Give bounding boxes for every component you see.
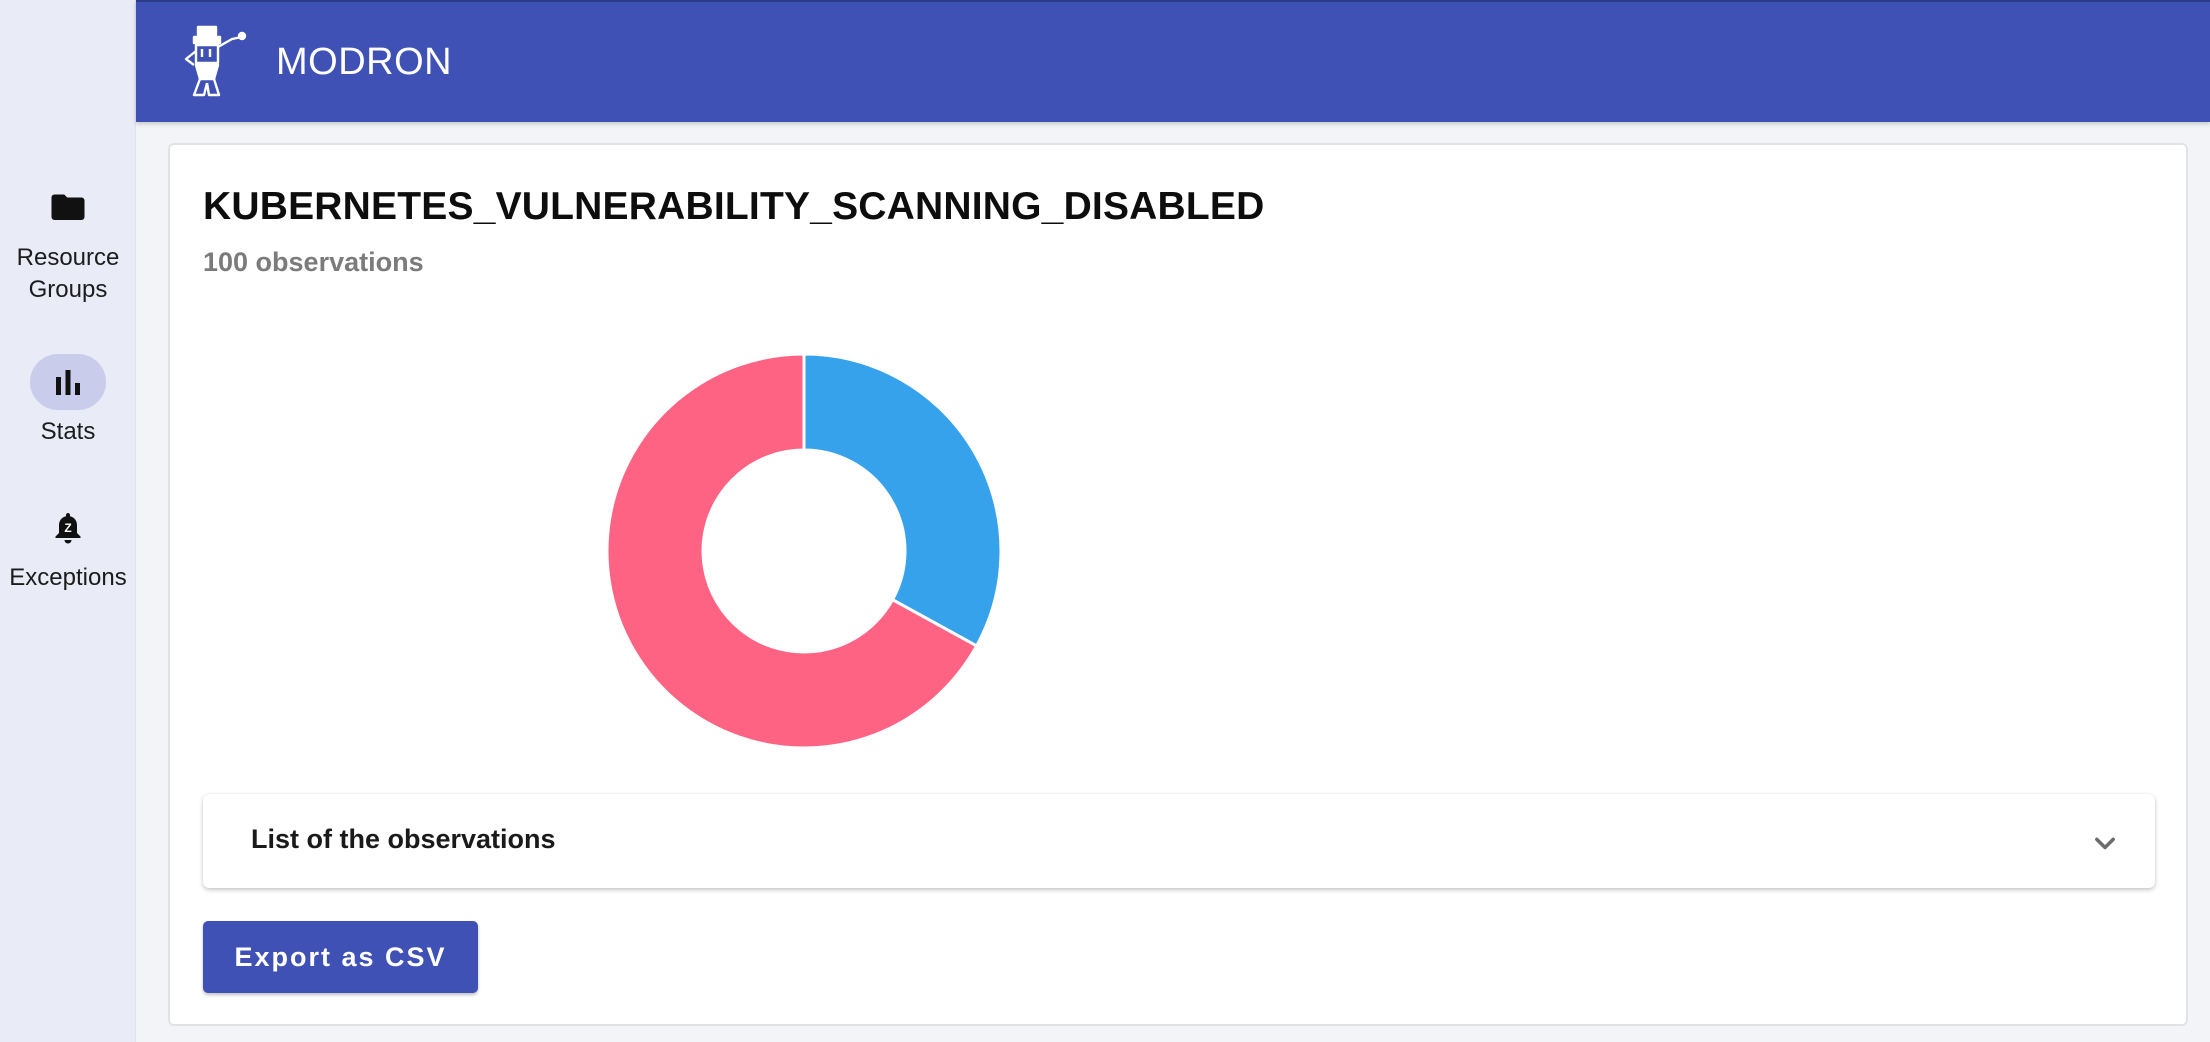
nav-icon-container: Z (30, 500, 106, 556)
sidebar-item-resource-groups[interactable]: Resource Groups (0, 180, 136, 306)
app-bar: MODRON (136, 0, 2210, 122)
export-csv-button[interactable]: Export as CSV (203, 921, 478, 993)
chevron-down-icon (2095, 837, 2115, 850)
bar-chart-icon (56, 370, 80, 395)
sidebar-item-label: Resource Groups (16, 244, 120, 303)
bell-badge-text: Z (64, 521, 71, 535)
observations-accordion[interactable]: List of the observations (203, 794, 2155, 888)
sidebar-item-label: Exceptions (9, 564, 127, 591)
sidebar-item-label: Stats (40, 418, 96, 445)
stats-card: KUBERNETES_VULNERABILITY_SCANNING_DISABL… (168, 143, 2188, 1026)
accordion-label: List of the observations (251, 824, 556, 854)
notification-bell-icon: Z (55, 513, 81, 544)
nav-icon-container (30, 180, 106, 236)
sidebar-item-exceptions[interactable]: Z Exceptions (0, 500, 136, 594)
sidebar-item-stats[interactable]: Stats (0, 354, 136, 448)
folder-icon (51, 194, 85, 220)
doughnut-chart (605, 352, 1003, 750)
app-title: MODRON (276, 40, 453, 83)
pie-slice-0[interactable] (802, 352, 1003, 648)
sidebar: Resource Groups Stats Z Exceptions (0, 0, 136, 1042)
nav-icon-container (30, 354, 106, 410)
modron-logo-icon (184, 25, 247, 97)
